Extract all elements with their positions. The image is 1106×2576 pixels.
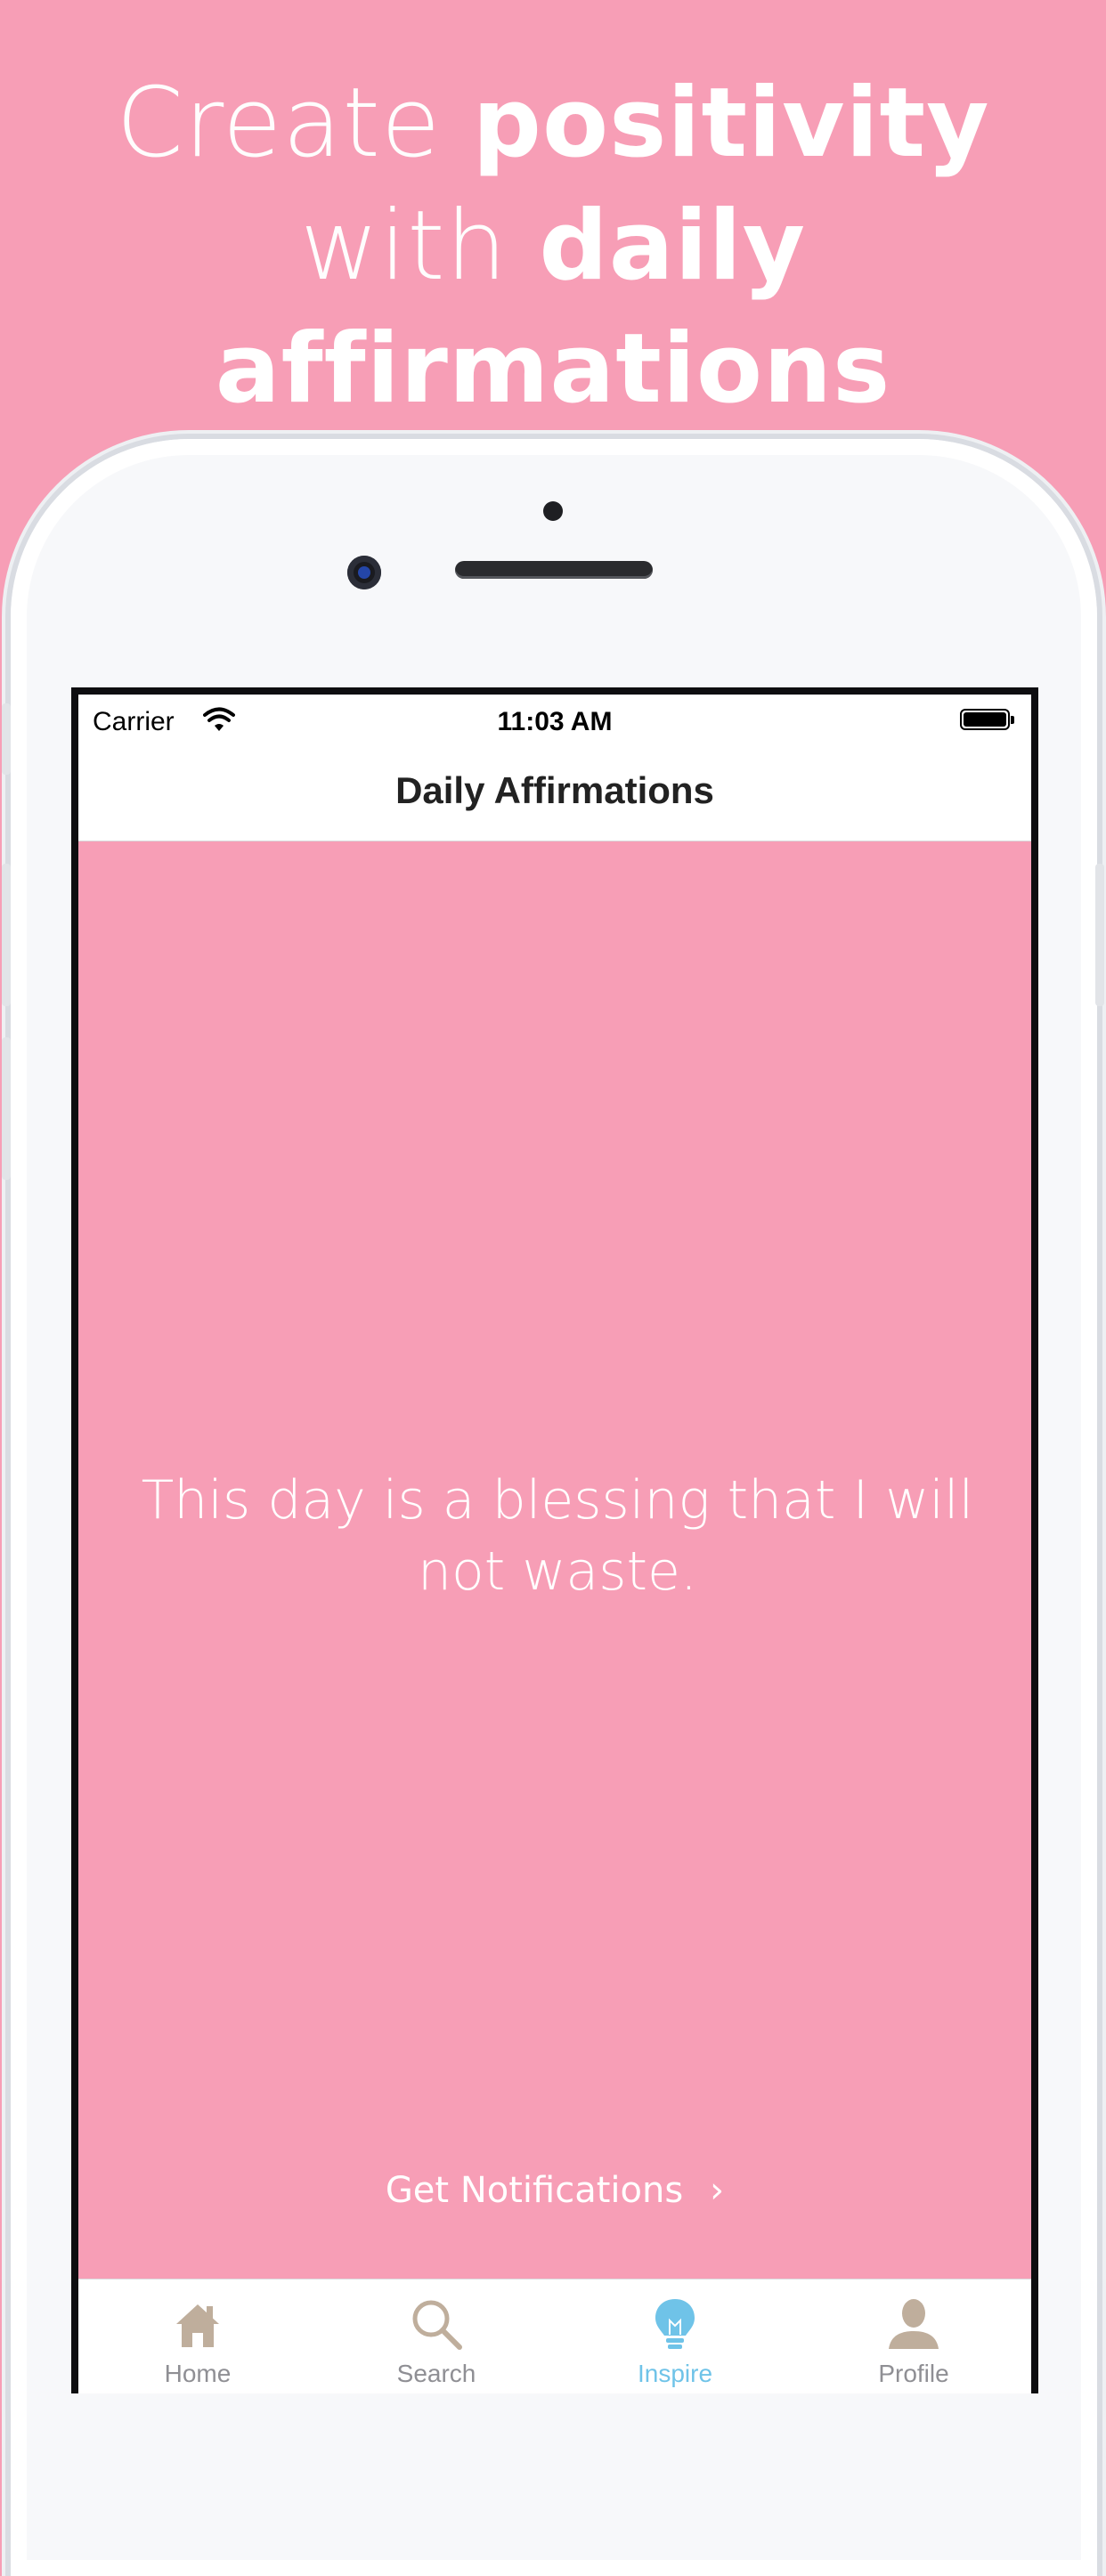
- tab-inspire[interactable]: Inspire: [586, 2296, 764, 2388]
- tab-search-label: Search: [396, 2360, 476, 2387]
- front-camera: [347, 556, 381, 589]
- headline-line3-bold: affirmations: [215, 313, 891, 425]
- get-notifications-label: Get Notifications: [385, 2170, 684, 2211]
- tab-home[interactable]: Home: [109, 2296, 287, 2388]
- chevron-right-icon: ›: [710, 2170, 725, 2211]
- headline-line2-thin: with: [299, 191, 508, 302]
- tab-home-label: Home: [164, 2360, 232, 2387]
- tab-profile[interactable]: Profile: [825, 2296, 1003, 2388]
- battery-icon: [960, 709, 1014, 730]
- tab-bar: Home Search Inspire Profile: [78, 2279, 1031, 2393]
- affirmation-text: This day is a blessing that I will not w…: [141, 1469, 974, 1603]
- earpiece-speaker: [455, 561, 653, 579]
- headline-line2-bold: daily: [539, 191, 807, 302]
- headline-line1-thin: Create: [116, 68, 442, 179]
- power-button: [1095, 864, 1104, 1006]
- search-icon: [412, 2300, 462, 2350]
- ringer-switch: [2, 703, 11, 775]
- status-bar: Carrier 11:03 AM: [78, 695, 1031, 739]
- tab-inspire-label: Inspire: [637, 2360, 713, 2387]
- promo-headline: Create positivity with daily affirmation…: [0, 62, 1106, 431]
- volume-down-button: [2, 1037, 11, 1180]
- tab-profile-label: Profile: [878, 2360, 949, 2387]
- headline-line1-bold: positivity: [472, 68, 990, 179]
- volume-up-button: [2, 864, 11, 1006]
- get-notifications-button[interactable]: Get Notifications ›: [78, 2170, 1031, 2211]
- tab-search[interactable]: Search: [347, 2296, 525, 2388]
- status-time: 11:03 AM: [497, 707, 613, 736]
- proximity-sensor: [543, 501, 563, 521]
- profile-icon: [889, 2299, 939, 2349]
- phone-screen: Carrier 11:03 AM Daily Affirmations This…: [71, 687, 1038, 2393]
- affirmation-panel: This day is a blessing that I will not w…: [78, 841, 1031, 2279]
- lightbulb-icon: [655, 2299, 695, 2349]
- page-title: Daily Affirmations: [395, 769, 714, 811]
- home-icon: [176, 2304, 219, 2347]
- navigation-bar: Daily Affirmations: [78, 739, 1031, 841]
